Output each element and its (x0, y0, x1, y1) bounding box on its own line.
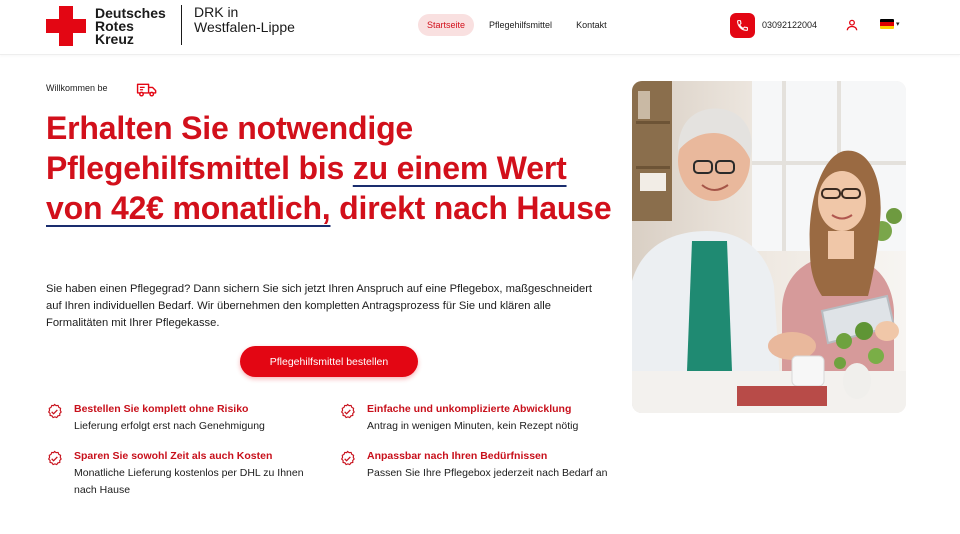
feature-title: Einfache und unkomplizierte Abwicklung (367, 403, 572, 415)
check-badge-icon (47, 403, 62, 419)
check-badge-icon (340, 403, 355, 419)
nav-item-pflegehilfsmittel[interactable]: Pflegehilfsmittel (480, 14, 561, 36)
hero-headline: Erhalten Sie notwendige Pflegehilfsmitte… (46, 108, 616, 228)
flag-de-icon (880, 19, 894, 29)
phone-button[interactable] (730, 13, 755, 38)
feature-description: Antrag in wenigen Minuten, kein Rezept n… (367, 420, 579, 432)
site-header: Deutsches Rotes Kreuz DRK in Westfalen-L… (0, 0, 960, 55)
main-nav: Startseite Pflegehilfsmittel Kontakt (418, 14, 616, 36)
check-badge-icon (340, 450, 355, 466)
feature-title: Anpassbar nach Ihren Bedürfnissen (367, 450, 548, 462)
headline-part-2: direkt nach Hause (330, 190, 612, 226)
logo-wordmark: Deutsches Rotes Kreuz (95, 6, 166, 47)
senior-caregiver-illustration (632, 81, 906, 413)
delivery-truck-icon (136, 83, 157, 97)
chevron-down-icon: ▾ (896, 21, 900, 28)
welcome-text: Willkommen be (46, 83, 108, 93)
phone-number[interactable]: 03092122004 (762, 20, 817, 30)
feature-description: Passen Sie Ihre Pflegebox jederzeit nach… (367, 467, 608, 479)
logo-line-3: Kreuz (95, 30, 134, 47)
red-cross-logo-icon (46, 6, 86, 46)
order-aids-button[interactable]: Pflegehilfsmittel bestellen (240, 346, 418, 377)
feature-title: Sparen Sie sowohl Zeit als auch Kosten (74, 450, 273, 462)
logo-subtitle-line-1: DRK in (194, 4, 239, 20)
feature-description: Monatliche Lieferung kostenlos per DHL z… (74, 467, 304, 496)
check-badge-icon (47, 450, 62, 466)
hero-photo (632, 81, 906, 413)
logo-subtitle-line-2: Westfalen-Lippe (194, 19, 295, 35)
user-icon[interactable] (845, 18, 859, 32)
feature-title: Bestellen Sie komplett ohne Risiko (74, 403, 249, 415)
logo-subtitle: DRK in Westfalen-Lippe (194, 5, 295, 35)
drk-logo[interactable]: Deutsches Rotes Kreuz (46, 5, 166, 47)
hero-intro-text: Sie haben einen Pflegegrad? Dann sichern… (46, 283, 593, 329)
logo-divider (181, 5, 182, 45)
phone-icon (737, 20, 748, 31)
feature-description: Lieferung erfolgt erst nach Genehmigung (74, 420, 265, 432)
nav-item-startseite[interactable]: Startseite (418, 14, 475, 36)
language-selector[interactable]: ▾ (880, 19, 900, 29)
nav-item-kontakt[interactable]: Kontakt (567, 14, 616, 36)
